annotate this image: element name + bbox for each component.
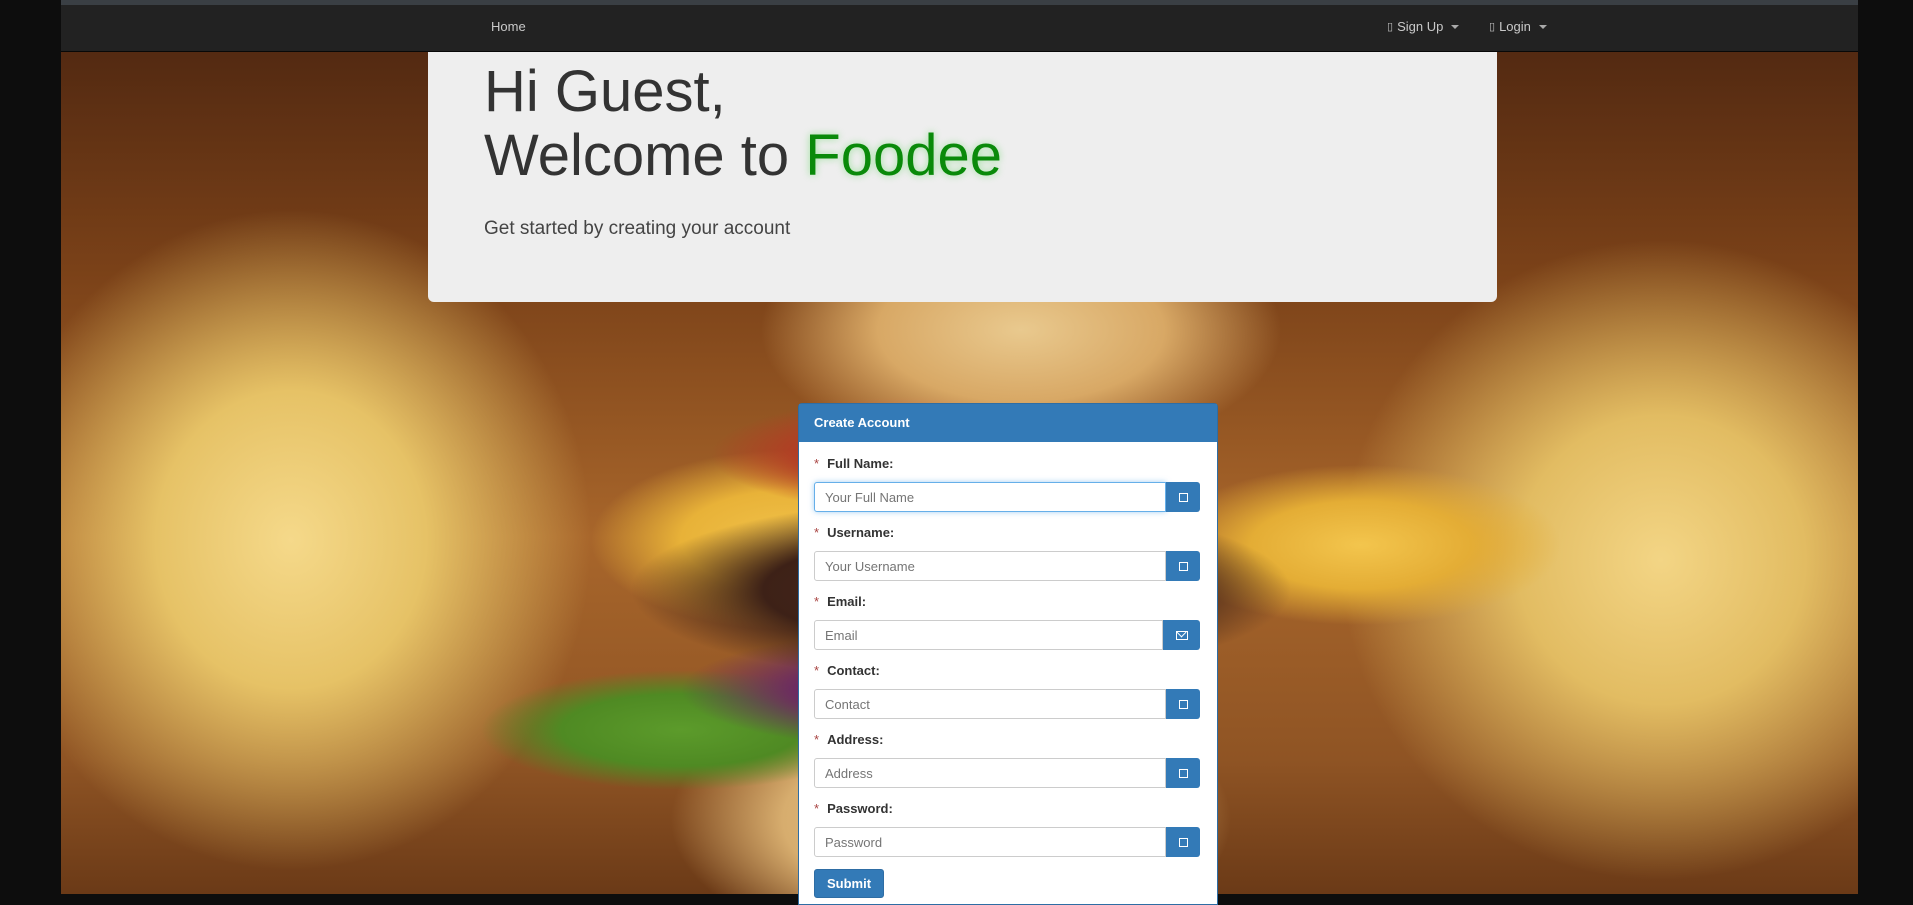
contact-input[interactable] [814,689,1166,719]
username-label: Username: [827,525,895,540]
required-mark: * [814,663,820,678]
brand-name: Foodee [805,123,1002,188]
user-plus-icon: ▯ [1387,21,1394,33]
full-name-input[interactable] [814,482,1166,512]
nav-home-label: Home [491,19,526,34]
nav-signup-dropdown[interactable]: ▯ Sign Up [1387,19,1460,34]
greeting-heading: Hi Guest, [484,59,726,124]
contact-label: Contact: [827,663,880,678]
envelope-icon [1163,620,1200,650]
welcome-jumbotron: Hi Guest, Welcome to Foodee Get started … [428,52,1497,302]
email-label: Email: [827,594,867,609]
phone-icon [1166,689,1200,719]
password-label: Password: [827,801,893,816]
caret-down-icon [1538,24,1547,29]
full-name-field: * Full Name: [814,456,1200,512]
full-name-label: Full Name: [827,456,894,471]
required-mark: * [814,594,820,609]
navbar: Home ▯ Sign Up ▯ Login [61,0,1858,52]
address-label: Address: [827,732,884,747]
lock-icon [1166,827,1200,857]
password-field: * Password: [814,801,1200,857]
nav-login-dropdown[interactable]: ▯ Login [1489,19,1547,34]
home-icon [1166,758,1200,788]
caret-down-icon [1451,24,1460,29]
username-input[interactable] [814,551,1166,581]
required-mark: * [814,801,820,816]
email-field: * Email: [814,594,1200,650]
create-account-panel: Create Account * Full Name: * Username: * E… [798,403,1218,905]
password-input[interactable] [814,827,1166,857]
nav-signup-label: Sign Up [1397,19,1444,34]
required-mark: * [814,525,820,540]
required-mark: * [814,732,820,747]
contact-field: * Contact: [814,663,1200,719]
address-field: * Address: [814,732,1200,788]
address-input[interactable] [814,758,1166,788]
required-mark: * [814,456,820,471]
panel-title: Create Account [799,404,1217,442]
welcome-text: Welcome to [484,123,806,188]
login-icon: ▯ [1489,21,1496,33]
username-field: * Username: [814,525,1200,581]
user-icon [1166,482,1200,512]
hero-subtitle: Get started by creating your account [484,218,791,239]
nav-home-link[interactable]: Home [491,19,526,34]
welcome-heading: Welcome to Foodee [484,124,1002,188]
nav-login-label: Login [1499,19,1531,34]
user-icon [1166,551,1200,581]
email-input[interactable] [814,620,1163,650]
